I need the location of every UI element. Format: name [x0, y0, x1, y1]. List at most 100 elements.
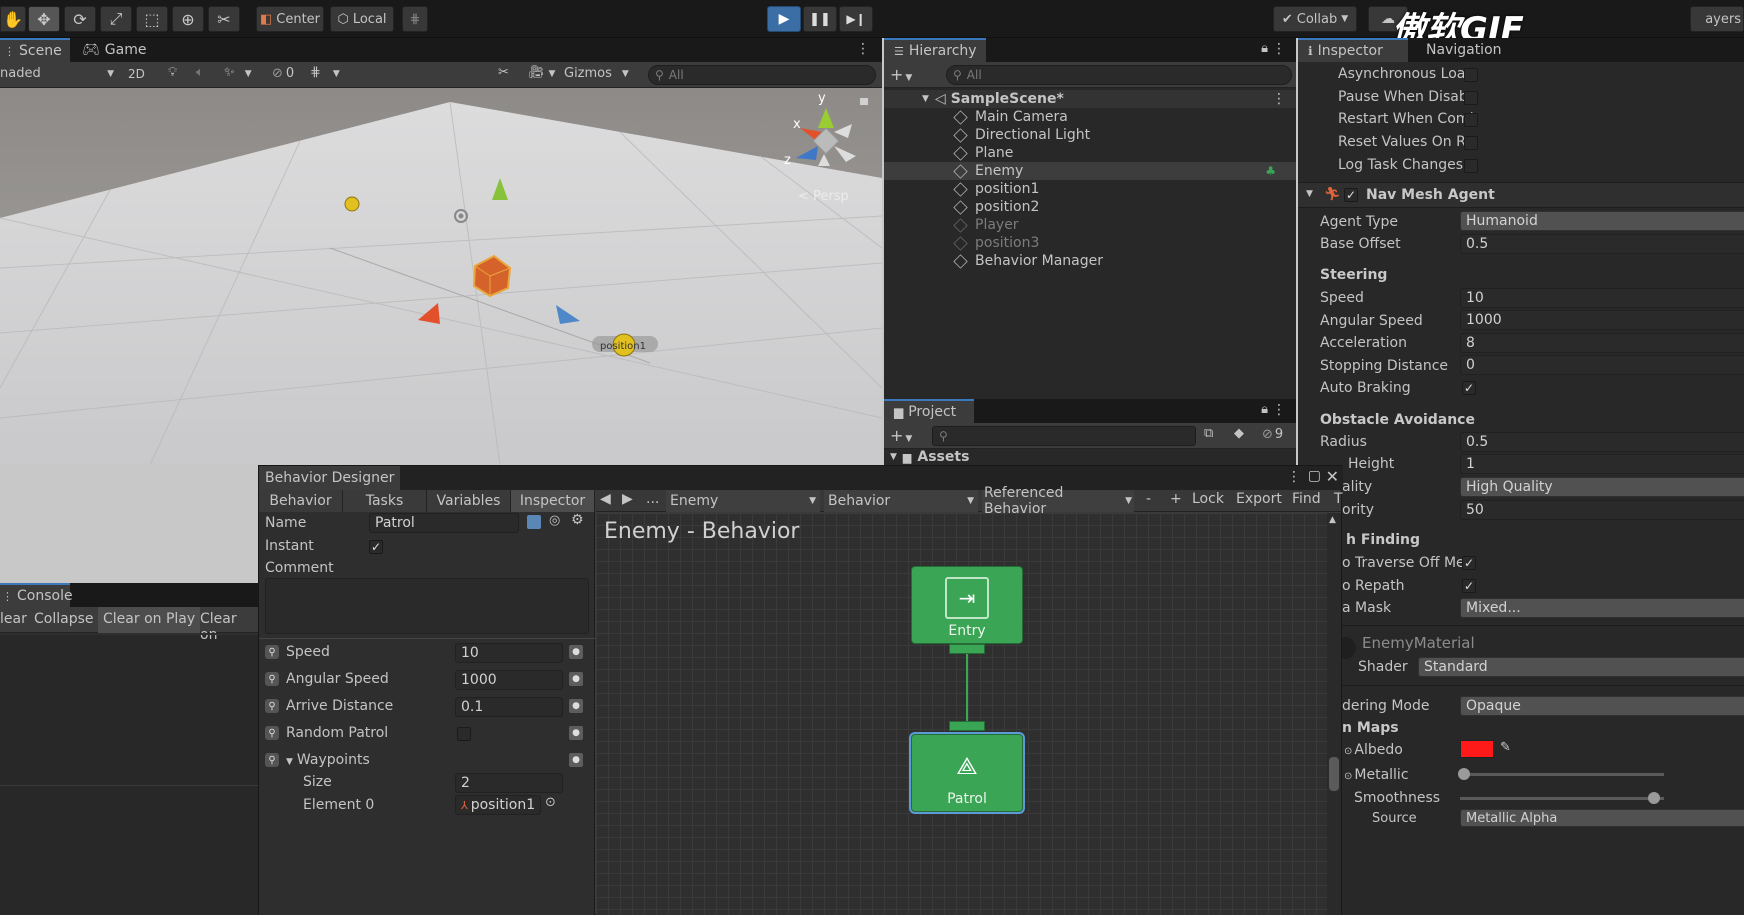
- height-field[interactable]: 1: [1460, 454, 1744, 474]
- tab-scene[interactable]: ⋮ Scene: [0, 38, 70, 62]
- move-tool-button[interactable]: ✥: [28, 6, 60, 32]
- scene-tools-button[interactable]: ✂: [498, 65, 509, 80]
- lock-icon[interactable]: 🔒︎: [1261, 41, 1268, 56]
- hierarchy-search-input[interactable]: ⚲ All: [946, 65, 1292, 85]
- maximize-icon[interactable]: ▢: [1308, 468, 1321, 484]
- tab-console[interactable]: ⋮ Console: [0, 583, 73, 607]
- scene-search-input[interactable]: ⚲ All: [648, 65, 876, 85]
- audio-toggle[interactable]: 🔈︎: [196, 65, 204, 80]
- hierarchy-item-position2[interactable]: position2: [884, 198, 1296, 216]
- quality-dropdown[interactable]: High Quality: [1460, 477, 1744, 497]
- camera-dropdown[interactable]: 🎥︎ ▼: [528, 65, 555, 80]
- bd-graph-canvas[interactable]: Enemy - Behavior ⇥ Entry ⟁ Patrol: [596, 513, 1327, 915]
- patrol-speed-shared-toggle[interactable]: ●: [569, 645, 583, 659]
- angular-speed-field[interactable]: 1000: [1460, 310, 1744, 330]
- rect-tool-button[interactable]: ⬚: [136, 6, 168, 32]
- bd-truncated-button[interactable]: T: [1334, 491, 1343, 507]
- task-breakpoint-icon[interactable]: ◎: [549, 513, 560, 528]
- bd-remove-button[interactable]: -: [1146, 491, 1151, 507]
- console-collapse-button[interactable]: Collapse: [34, 611, 94, 627]
- create-asset-button[interactable]: + ▼: [890, 426, 912, 445]
- task-help-icon[interactable]: [527, 515, 541, 529]
- navmesh-agent-enabled-checkbox[interactable]: ✓: [1344, 188, 1358, 202]
- task-name-field[interactable]: Patrol: [369, 513, 519, 533]
- rendering-mode-dropdown[interactable]: Opaque: [1460, 696, 1744, 716]
- lock-icon[interactable]: 🔒︎: [1261, 402, 1268, 417]
- hierarchy-item-main-camera[interactable]: Main Camera: [884, 108, 1296, 126]
- hand-tool-button[interactable]: ✋: [0, 6, 26, 32]
- metallic-slider-thumb[interactable]: [1458, 768, 1471, 780]
- effects-dropdown[interactable]: ✨︎ ▼: [224, 65, 252, 80]
- rotate-tool-button[interactable]: ⟳: [64, 6, 96, 32]
- arrive-distance-shared-toggle[interactable]: ●: [569, 699, 583, 713]
- patrol-angular-speed-shared-toggle[interactable]: ●: [569, 672, 583, 686]
- scene-menu-icon[interactable]: ⋮: [1272, 91, 1286, 107]
- tab-inspector[interactable]: ℹ Inspector: [1298, 38, 1408, 62]
- priority-field[interactable]: 50: [1460, 500, 1744, 520]
- reset-values-checkbox[interactable]: [1464, 136, 1478, 150]
- bd-forward-button[interactable]: ▶: [622, 491, 633, 507]
- acceleration-field[interactable]: 8: [1460, 333, 1744, 353]
- agent-type-dropdown[interactable]: Humanoid: [1460, 211, 1744, 231]
- scroll-up-icon[interactable]: ▲: [1329, 515, 1336, 525]
- hierarchy-item-player[interactable]: Player: [884, 216, 1296, 234]
- async-load-checkbox[interactable]: [1464, 68, 1478, 82]
- hierarchy-menu-icon[interactable]: ⋮: [1272, 41, 1286, 57]
- hidden-objects-toggle[interactable]: ⊘ 0: [272, 66, 294, 81]
- pivot-local-button[interactable]: ⬡ Local: [330, 6, 394, 32]
- bd-menu-icon[interactable]: ⋮: [1287, 469, 1301, 485]
- tab-project[interactable]: ▆ Project: [884, 399, 974, 423]
- search-by-type-button[interactable]: ⧉: [1204, 426, 1213, 441]
- bd-lock-button[interactable]: Lock: [1192, 491, 1224, 507]
- waypoint-sphere[interactable]: [344, 196, 360, 212]
- metallic-slider-track[interactable]: [1460, 773, 1664, 776]
- smoothness-slider-track[interactable]: [1460, 797, 1664, 800]
- close-icon[interactable]: ✕: [1326, 467, 1339, 486]
- waypoints-shared-toggle[interactable]: ●: [569, 753, 583, 767]
- hidden-packages-toggle[interactable]: ⊘ 9: [1262, 427, 1283, 442]
- gear-icon[interactable]: ⚙: [571, 512, 584, 528]
- bd-back-button[interactable]: ◀: [600, 491, 611, 507]
- variable-mapping-icon[interactable]: ⚲: [265, 645, 279, 659]
- object-picker-icon[interactable]: ⊙: [545, 795, 556, 810]
- console-clear-on-build-button[interactable]: Clear on: [200, 611, 258, 643]
- pause-when-disabled-checkbox[interactable]: [1464, 91, 1478, 105]
- bd-find-button[interactable]: Find: [1292, 491, 1321, 507]
- grid-snap-button[interactable]: ⋕: [402, 6, 428, 32]
- hierarchy-item-plane[interactable]: Plane: [884, 144, 1296, 162]
- project-menu-icon[interactable]: ⋮: [1272, 402, 1286, 418]
- random-patrol-checkbox[interactable]: [457, 727, 471, 741]
- pivot-center-button[interactable]: ◧ Center: [256, 6, 324, 32]
- tab-navigation[interactable]: Navigation: [1416, 38, 1512, 62]
- arrive-distance-field[interactable]: 0.1: [455, 697, 563, 717]
- radius-field[interactable]: 0.5: [1460, 432, 1744, 452]
- console-clear-button[interactable]: lear: [0, 611, 28, 627]
- stopping-distance-field[interactable]: 0: [1460, 355, 1744, 375]
- log-task-changes-checkbox[interactable]: [1464, 159, 1478, 173]
- hierarchy-item-position1[interactable]: position1: [884, 180, 1296, 198]
- smoothness-slider-thumb[interactable]: [1647, 792, 1660, 804]
- scale-tool-button[interactable]: ⤢: [100, 6, 132, 32]
- scene-root-row[interactable]: ▼ ◁ SampleScene* ⋮: [884, 90, 1296, 108]
- waypoints-size-field[interactable]: 2: [455, 773, 563, 793]
- scene-lock-icon[interactable]: [860, 98, 868, 105]
- hierarchy-item-directional-light[interactable]: Directional Light: [884, 126, 1296, 144]
- bd-more-button[interactable]: ...: [646, 491, 659, 507]
- scene-viewport[interactable]: position1 y x z < Persp: [0, 88, 882, 465]
- bd-graph-scrollbar[interactable]: ▲: [1327, 513, 1341, 915]
- variable-mapping-icon[interactable]: ⚲: [265, 753, 279, 767]
- add-object-button[interactable]: + ▼: [890, 65, 912, 84]
- label-filter-button[interactable]: ◆: [1234, 426, 1244, 441]
- bd-referenced-dropdown[interactable]: Referenced Behavior ▼: [982, 485, 1134, 517]
- grid-dropdown[interactable]: ⋕ ▼: [310, 65, 340, 80]
- random-patrol-shared-toggle[interactable]: ●: [569, 726, 583, 740]
- variable-mapping-icon[interactable]: ⚲: [265, 699, 279, 713]
- patrol-speed-field[interactable]: 10: [455, 643, 563, 663]
- bd-add-button[interactable]: +: [1170, 491, 1182, 507]
- area-mask-dropdown[interactable]: Mixed...: [1460, 598, 1744, 618]
- waypoint-element0-field[interactable]: ⅄ position1: [455, 795, 541, 815]
- auto-braking-checkbox[interactable]: ✓: [1462, 381, 1476, 395]
- navmesh-agent-header[interactable]: ▼ 🏃︎ ✓ Nav Mesh Agent: [1298, 182, 1744, 208]
- bd-tab-inspector[interactable]: Inspector: [511, 490, 595, 512]
- layers-dropdown[interactable]: ayers: [1690, 6, 1744, 32]
